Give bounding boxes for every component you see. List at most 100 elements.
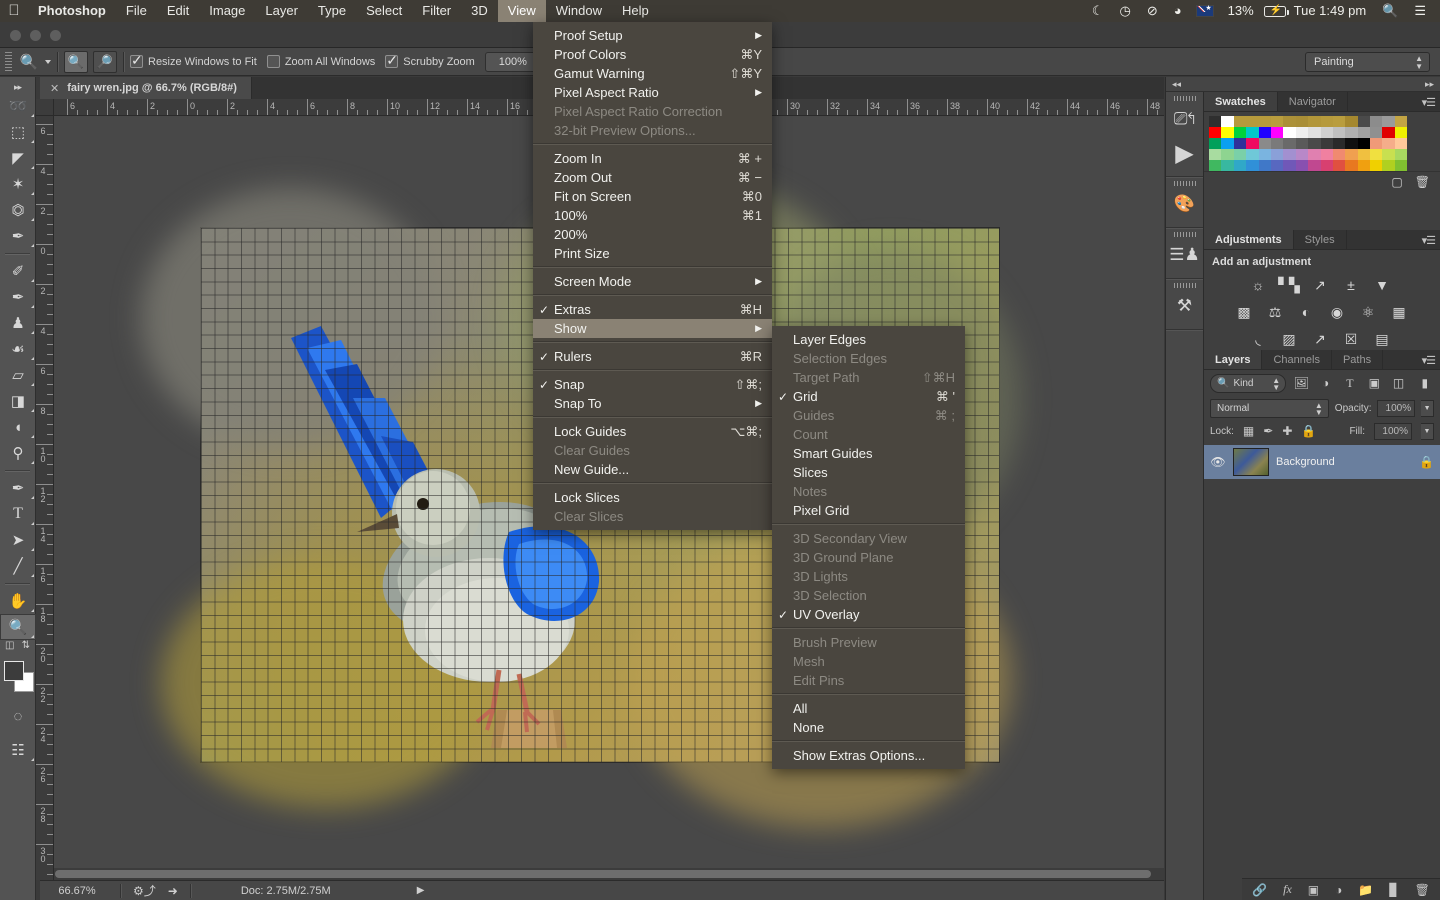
view-menu-item-zoom-in[interactable]: Zoom In ⌘ + [533,149,772,168]
tab-styles[interactable]: Styles [1294,230,1347,249]
view-menu-dropdown[interactable]: Proof Setup ▶ Proof Colors ⌘Y Gamut Warning ⇧… [533,22,772,530]
invert-icon[interactable]: ◟ [1248,330,1268,348]
view-menu-item-show[interactable]: Show ▶ [533,319,772,338]
swatch-cell[interactable] [1270,116,1284,127]
swatch-cell[interactable] [1246,138,1259,149]
brush-tool[interactable]: ✒ [0,284,36,310]
swatch-cell[interactable] [1295,149,1309,160]
swatch-cell[interactable] [1382,149,1395,160]
panel-grip[interactable] [1166,177,1203,187]
black-white-icon[interactable]: ◐ [1296,303,1316,321]
swatch-cell[interactable] [1258,149,1271,160]
au-flag-icon[interactable] [1195,4,1214,17]
photo-filter-icon[interactable]: ◉ [1327,303,1347,321]
menu-select[interactable]: Select [356,0,412,22]
show-menu-item-layer-edges[interactable]: Layer Edges [772,330,965,349]
spot-healing-brush-tool[interactable]: ✐ [0,258,36,284]
spotlight-search-icon[interactable]: 🔍 [1374,0,1406,22]
swatch-cell[interactable] [1320,149,1333,160]
swatch-cell[interactable] [1209,127,1222,138]
filter-pixel-icon[interactable]: 🖼 [1292,374,1310,393]
view-menu-item-100[interactable]: 100% ⌘1 [533,206,772,225]
workspace-switcher[interactable]: Painting ▲ ▼ [1305,52,1430,72]
swatch-cell[interactable] [1320,138,1333,149]
line-tool[interactable]: ╱ [0,553,36,579]
swatches-grid[interactable] [1204,112,1440,171]
swatch-cell[interactable] [1246,149,1259,160]
foreground-color-swatch[interactable] [4,661,24,681]
layer-filter-kind-select[interactable]: 🔍 Kind ▲ ▼ [1210,373,1287,393]
swatch-cell[interactable] [1246,116,1259,127]
delete-layer-icon[interactable]: 🗑 [1415,883,1430,897]
swatch-cell[interactable] [1394,138,1408,149]
menu-bar-clock[interactable]: Tue 1:49 pm [1286,0,1375,22]
table-row[interactable]: 👁 Background 🔒 [1204,445,1440,479]
swatch-cell[interactable] [1382,116,1395,127]
vibrance-icon[interactable]: ▼ [1372,276,1392,294]
panel-menu-icon[interactable]: ▾☰ [1422,234,1436,247]
horizontal-scrollbar-thumb[interactable] [55,870,1151,878]
filter-adjustment-icon[interactable]: ◑ [1317,374,1335,393]
view-menu-item-snap[interactable]: ✓ Snap ⇧⌘; [533,375,772,394]
menu-photoshop[interactable]: Photoshop [28,0,116,22]
filter-enable-toggle[interactable]: ▮ [1416,374,1434,393]
swatch-cell[interactable] [1394,149,1408,160]
swatch-cell[interactable] [1221,127,1234,138]
swatch-cell[interactable] [1308,138,1321,149]
swatch-cell[interactable] [1270,160,1284,171]
menu-help[interactable]: Help [612,0,659,22]
swatch-cell[interactable] [1283,116,1296,127]
layer-visibility-icon[interactable]: 👁 [1210,455,1226,469]
view-menu-item-gamut-warning[interactable]: Gamut Warning ⇧⌘Y [533,64,772,83]
swatch-cell[interactable] [1258,160,1271,171]
show-menu-item-uv-overlay[interactable]: ✓ UV Overlay [772,605,965,624]
exposure-icon[interactable]: ± [1341,276,1361,294]
swatch-cell[interactable] [1320,127,1333,138]
swatch-cell[interactable] [1233,116,1247,127]
swatch-cell[interactable] [1357,138,1371,149]
swatch-cell[interactable] [1221,138,1234,149]
view-menu-item-new-guide[interactable]: New Guide... [533,460,772,479]
resize-windows-checkbox[interactable] [130,52,143,69]
eraser-tool[interactable]: ▱ [0,362,36,388]
new-layer-icon[interactable]: ▊ [1389,883,1398,897]
lock-all-icon[interactable]: 🔒 [1301,424,1316,438]
panel-grip[interactable] [1166,92,1203,102]
move-tool[interactable]: ➿ [0,93,36,119]
threshold-icon[interactable]: ↗ [1310,330,1330,348]
vertical-ruler[interactable]: 642024681 01 21 41 61 82 02 22 42 62 83 … [36,116,54,880]
swatch-cell[interactable] [1233,160,1247,171]
expand-panels-icon[interactable]: ▸▸ [1425,79,1434,90]
swatch-cell[interactable] [1283,127,1296,138]
swatch-cell[interactable] [1382,127,1395,138]
quick-mask-icon[interactable]: ◌ [0,703,36,729]
color-lookup-icon[interactable]: ▦ [1389,303,1409,321]
swatch-cell[interactable] [1370,149,1383,160]
swatch-cell[interactable] [1233,149,1247,160]
new-fill-adjustment-icon[interactable]: ◑ [1335,883,1342,897]
swatch-cell[interactable] [1209,138,1222,149]
show-menu-item-slices[interactable]: Slices [772,463,965,482]
swatch-cell[interactable] [1258,127,1271,138]
do-not-disturb-icon[interactable]: ⊘ [1139,0,1166,22]
zoom-level-field[interactable]: 66.67% [40,885,114,897]
horizontal-scrollbar[interactable] [54,868,1164,880]
swatch-cell[interactable] [1270,127,1284,138]
selective-color-icon[interactable]: ☒ [1341,330,1361,348]
document-tab[interactable]: ✕ fairy wren.jpg @ 66.7% (RGB/8#) [40,77,252,99]
swatch-cell[interactable] [1233,138,1247,149]
zoom-out-button[interactable]: 🔎 [93,50,117,73]
swatch-cell[interactable] [1370,116,1383,127]
menu-edit[interactable]: Edit [157,0,199,22]
gradient-tool[interactable]: ◨ [0,388,36,414]
swatch-cell[interactable] [1370,127,1383,138]
notification-center-icon[interactable]: ☰ [1406,0,1434,22]
menu-layer[interactable]: Layer [255,0,308,22]
opacity-value[interactable]: 100% [1377,399,1416,417]
swatch-cell[interactable] [1258,138,1271,149]
close-window-button[interactable] [10,30,21,41]
swatch-cell[interactable] [1332,149,1346,160]
blend-mode-select[interactable]: Normal ▲ ▼ [1210,398,1329,418]
clone-source-panel-icon[interactable]: ☰♟ [1166,238,1203,272]
swatch-cell[interactable] [1283,138,1296,149]
